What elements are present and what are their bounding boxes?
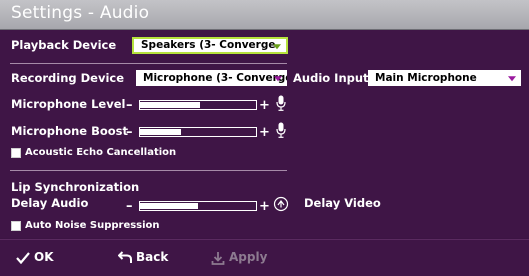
mic-boost-fill	[140, 129, 181, 135]
checkmark-icon	[16, 251, 30, 264]
mic-boost-decrease-button[interactable]: –	[126, 126, 133, 139]
delay-audio-label: Delay Audio	[11, 196, 89, 210]
mic-level-fill	[140, 102, 201, 108]
ok-label: OK	[34, 250, 54, 264]
section-divider	[10, 170, 287, 171]
lip-sync-heading: Lip Synchronization	[11, 180, 140, 194]
mic-boost-slider[interactable]	[139, 127, 257, 137]
noise-suppression-label: Auto Noise Suppression	[25, 220, 160, 231]
recording-device-select[interactable]: Microphone (3- Converge	[136, 70, 287, 86]
recording-device-value: Microphone (3- Converge	[143, 72, 287, 84]
audio-input-select[interactable]: Main Microphone	[368, 70, 521, 86]
audio-input-label: Audio Input	[293, 71, 369, 85]
echo-cancellation-checkbox[interactable]	[11, 148, 21, 158]
recording-device-label: Recording Device	[11, 71, 125, 85]
microphone-icon	[276, 122, 286, 138]
settings-panel: Playback Device Speakers (3- Converge Re…	[0, 30, 529, 238]
microphone-level-label: Microphone Level	[11, 97, 126, 111]
mic-boost-increase-button[interactable]: +	[259, 126, 270, 139]
delay-video-label: Delay Video	[304, 196, 381, 210]
delay-decrease-button[interactable]: –	[126, 200, 133, 213]
playback-device-value: Speakers (3- Converge	[141, 39, 276, 51]
apply-button[interactable]: Apply	[211, 250, 267, 265]
echo-cancellation-label: Acoustic Echo Cancellation	[25, 147, 177, 158]
window-title: Settings - Audio	[11, 3, 150, 23]
microphone-icon	[276, 95, 286, 111]
title-bar: Settings - Audio	[0, 0, 529, 30]
noise-suppression-checkbox[interactable]	[11, 221, 21, 231]
ok-button[interactable]: OK	[16, 250, 54, 264]
dropdown-arrow-icon	[273, 43, 281, 49]
playback-device-label: Playback Device	[11, 38, 117, 52]
delay-slider[interactable]	[139, 201, 257, 211]
sync-icon	[273, 196, 289, 212]
mic-level-increase-button[interactable]: +	[259, 99, 270, 112]
audio-input-value: Main Microphone	[375, 72, 477, 84]
apply-icon	[211, 251, 225, 265]
back-arrow-icon	[118, 251, 132, 263]
delay-fill	[140, 203, 198, 209]
dropdown-arrow-icon	[274, 76, 282, 82]
microphone-boost-label: Microphone Boost	[11, 124, 128, 138]
delay-increase-button[interactable]: +	[259, 200, 270, 213]
playback-device-select[interactable]: Speakers (3- Converge	[132, 37, 288, 54]
mic-level-decrease-button[interactable]: –	[126, 99, 133, 112]
settings-window: Settings - Audio Playback Device Speaker…	[0, 0, 529, 276]
apply-label: Apply	[229, 250, 268, 264]
mic-level-slider[interactable]	[139, 100, 257, 110]
back-label: Back	[136, 250, 169, 264]
back-button[interactable]: Back	[118, 250, 168, 264]
dropdown-arrow-icon	[508, 76, 516, 82]
section-divider	[10, 63, 287, 64]
footer-bar: OK Back Apply	[0, 239, 529, 276]
